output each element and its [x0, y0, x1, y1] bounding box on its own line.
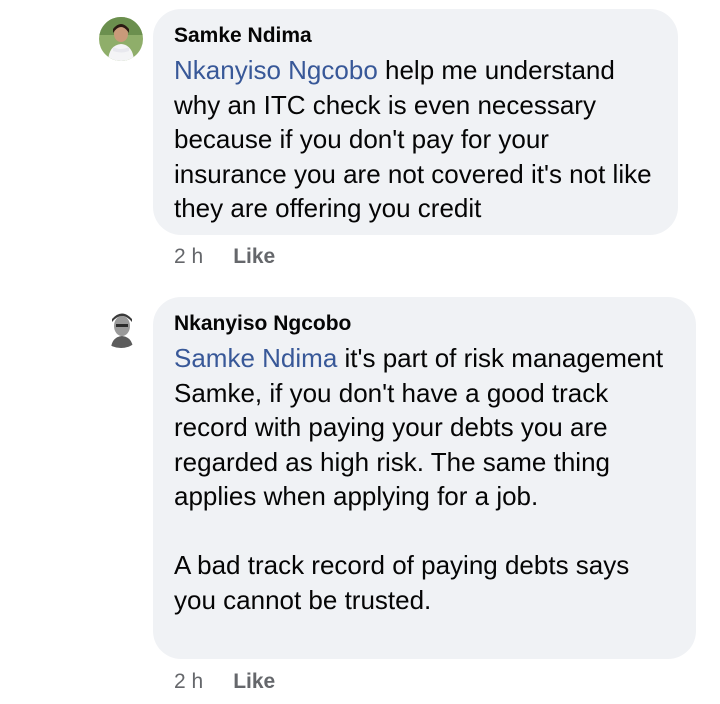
mention-link[interactable]: Samke Ndima [174, 343, 337, 373]
avatar[interactable] [99, 17, 143, 61]
avatar[interactable] [99, 304, 143, 348]
profile-photo-icon [99, 304, 143, 348]
like-button[interactable]: Like [233, 669, 275, 695]
comment-text: Nkanyiso Ngcobo help me understand why a… [174, 53, 660, 226]
comment-text: Samke Ndima it's part of risk management… [174, 341, 678, 617]
timestamp[interactable]: 2 h [174, 244, 203, 270]
timestamp[interactable]: 2 h [174, 669, 203, 695]
like-button[interactable]: Like [233, 244, 275, 270]
comment-bubble: Samke Ndima Nkanyiso Ngcobo help me unde… [153, 9, 678, 235]
comment-meta: 2 h Like [174, 244, 275, 270]
profile-photo-icon [99, 17, 143, 61]
comment-meta: 2 h Like [174, 669, 275, 695]
comment-author[interactable]: Nkanyiso Ngcobo [174, 311, 678, 337]
mention-link[interactable]: Nkanyiso Ngcobo [174, 55, 378, 85]
comment-author[interactable]: Samke Ndima [174, 23, 660, 49]
comment-bubble: Nkanyiso Ngcobo Samke Ndima it's part of… [153, 297, 696, 659]
comment-body: it's part of risk management Samke, if y… [174, 343, 664, 615]
